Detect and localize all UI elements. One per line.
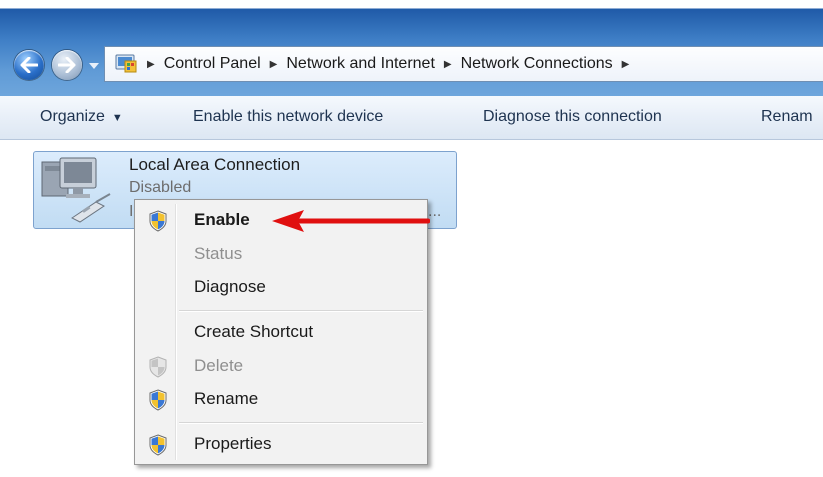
uac-shield-icon bbox=[149, 434, 167, 456]
breadcrumb-separator-icon[interactable]: ▶ bbox=[622, 59, 630, 70]
menu-separator bbox=[179, 310, 423, 312]
enable-device-button[interactable]: Enable this network device bbox=[193, 108, 383, 126]
menu-item-delete[interactable]: Delete bbox=[135, 351, 427, 381]
forward-arrow-icon bbox=[58, 57, 76, 73]
forward-button[interactable] bbox=[52, 50, 82, 80]
window-title-bar: ▶ Control Panel ▶ Network and Internet ▶… bbox=[0, 0, 823, 96]
menu-item-rename[interactable]: Rename bbox=[135, 384, 427, 414]
menu-item-label: Enable bbox=[194, 210, 250, 229]
address-bar[interactable]: ▶ Control Panel ▶ Network and Internet ▶… bbox=[104, 46, 823, 82]
menu-item-label: Delete bbox=[194, 356, 244, 375]
organize-label: Organize bbox=[40, 108, 105, 125]
annotation-arrow-icon bbox=[272, 210, 430, 232]
uac-shield-icon bbox=[149, 389, 167, 411]
breadcrumb-network-connections[interactable]: Network Connections bbox=[461, 55, 613, 73]
organize-menu-button[interactable]: Organize ▼ bbox=[40, 108, 123, 126]
back-button[interactable] bbox=[14, 50, 44, 80]
menu-item-create-shortcut[interactable]: Create Shortcut bbox=[135, 317, 427, 347]
breadcrumb-network-and-internet[interactable]: Network and Internet bbox=[286, 55, 435, 73]
menu-item-label: Properties bbox=[194, 434, 272, 453]
breadcrumb-separator-icon[interactable]: ▶ bbox=[270, 59, 278, 70]
command-bar: Organize ▼ Enable this network device Dia… bbox=[0, 96, 823, 140]
uac-shield-icon bbox=[149, 210, 167, 232]
breadcrumb-separator-icon[interactable]: ▶ bbox=[444, 59, 452, 70]
connection-status: Disabled bbox=[129, 179, 192, 196]
uac-shield-icon bbox=[149, 356, 167, 378]
menu-item-diagnose[interactable]: Diagnose bbox=[135, 272, 427, 302]
menu-item-label: Status bbox=[194, 244, 243, 263]
control-panel-icon bbox=[115, 54, 137, 73]
back-arrow-icon bbox=[20, 57, 38, 73]
rename-connection-button[interactable]: Renam bbox=[761, 108, 813, 126]
diagnose-connection-button[interactable]: Diagnose this connection bbox=[483, 108, 662, 126]
menu-item-label: Create Shortcut bbox=[194, 322, 314, 341]
device-name-prefix: I bbox=[129, 203, 134, 220]
breadcrumb-separator-icon: ▶ bbox=[147, 58, 155, 70]
network-adapter-icon bbox=[41, 157, 111, 223]
menu-item-status[interactable]: Status bbox=[135, 239, 427, 269]
menu-item-label: Rename bbox=[194, 389, 259, 408]
menu-separator bbox=[179, 422, 423, 424]
device-name-ellipsis: ... bbox=[428, 203, 442, 220]
menu-item-label: Diagnose bbox=[194, 277, 266, 296]
context-menu: Enable Status Diagnose Create Shortcut D… bbox=[134, 199, 428, 465]
recent-pages-button[interactable] bbox=[88, 60, 100, 72]
connection-name: Local Area Connection bbox=[129, 155, 301, 174]
breadcrumb-control-panel[interactable]: Control Panel bbox=[164, 55, 261, 73]
menu-item-properties[interactable]: Properties bbox=[135, 429, 427, 459]
chevron-down-icon bbox=[89, 63, 99, 69]
chevron-down-icon: ▼ bbox=[111, 112, 123, 124]
